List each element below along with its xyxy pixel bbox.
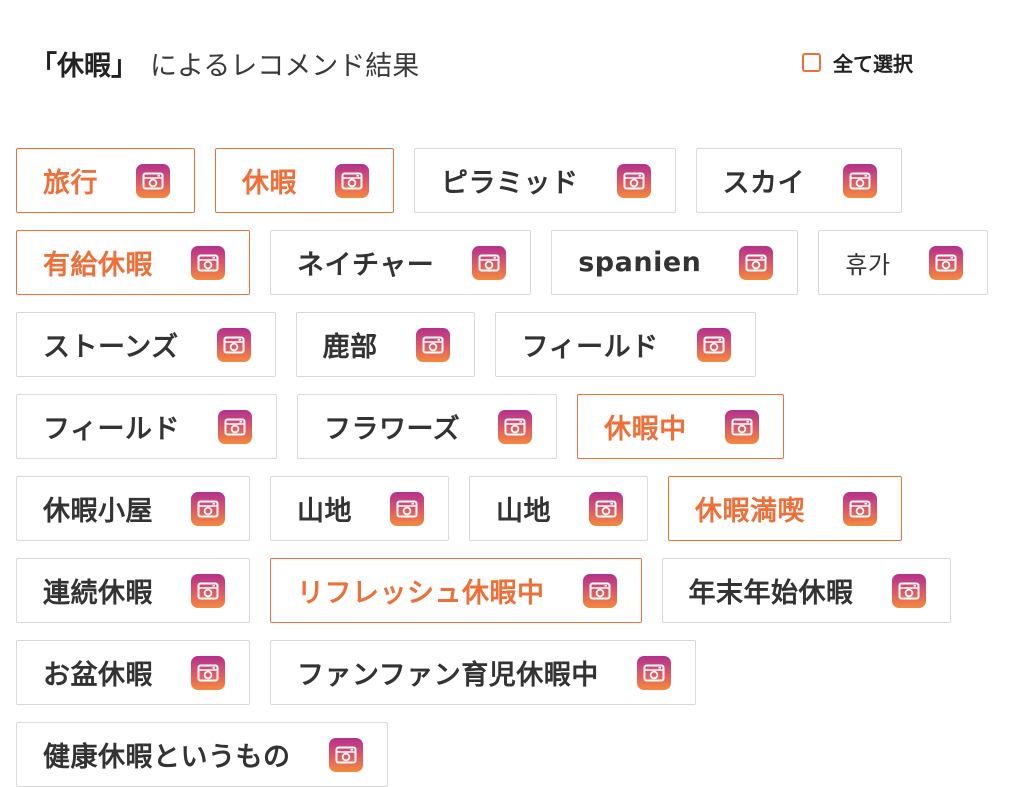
instagram-camera-icon [739,245,774,280]
tag-chip[interactable]: 휴가 [818,230,988,295]
instagram-camera-icon [616,163,651,198]
tag-label: リフレッシュ休暇中 [297,578,545,609]
tag-chip[interactable]: ファンファン育児休暇中 [270,640,696,705]
instagram-camera-icon [843,163,877,198]
tag-label: 年末年始休暇 [688,578,854,609]
instagram-camera-icon [136,163,170,198]
instagram-camera-icon [498,409,533,444]
instagram-camera-icon [472,245,507,280]
tag-label: 山地 [496,496,551,527]
tag-label: フィールド [521,332,659,363]
tag-chip[interactable]: 旅行 [16,148,195,213]
instagram-camera-icon [191,655,225,690]
instagram-camera-icon [217,409,252,444]
instagram-camera-icon [582,573,617,608]
tag-chip[interactable]: フィールド [16,394,277,459]
tag-label: ネイチャー [297,250,435,281]
instagram-camera-icon [191,245,225,280]
instagram-camera-icon [216,327,251,362]
tag-label: 健康休暇というもの [43,742,291,773]
tag-label: 連続休暇 [43,578,153,609]
tag-chip[interactable]: 有給休暇 [16,230,250,295]
tag-list: 旅行 休暇 ピラミッド スカイ 有給休暇 ネイチャー spanien 휴가 ストーンズ 鹿部 フィー… [16,148,1016,787]
results-header: 「休暇」 によるレコメンド結果 全て選択 [30,40,990,84]
page-title: 「休暇」 によるレコメンド結果 [30,44,419,83]
tag-label: ストーンズ [43,332,179,363]
instagram-camera-icon [928,245,963,280]
instagram-camera-icon [191,491,225,526]
tag-label: フラワーズ [323,414,461,445]
tag-chip[interactable]: 休暇 [215,148,394,213]
tag-chip[interactable]: ピラミッド [414,148,676,213]
tag-chip[interactable]: フィールド [494,312,756,377]
tag-label: 有給休暇 [43,250,153,281]
tag-label: フィールド [43,414,180,445]
tag-label: 休暇満喫 [695,496,805,527]
tag-chip[interactable]: 休暇小屋 [16,476,250,541]
tag-chip[interactable]: spanien [551,230,799,295]
tag-label: スカイ [722,168,805,199]
tag-label: ピラミッド [441,168,579,199]
instagram-camera-icon [335,163,369,198]
instagram-camera-icon [589,491,623,526]
tag-label: 鹿部 [322,332,378,363]
instagram-camera-icon [636,655,671,690]
tag-label: 휴가 [845,251,891,279]
tag-chip[interactable]: お盆休暇 [16,640,250,705]
tag-label: 山地 [297,496,352,527]
tag-chip[interactable]: ネイチャー [270,230,532,295]
tag-label: spanien [578,247,702,278]
tag-chip[interactable]: 連続休暇 [16,558,250,623]
instagram-camera-icon [390,491,424,526]
instagram-camera-icon [696,327,731,362]
tag-chip[interactable]: 健康休暇というもの [16,722,388,787]
tag-label: 休暇小屋 [43,496,153,527]
instagram-camera-icon [724,409,759,444]
select-all-label: 全て選択 [833,51,913,76]
tag-label: 休暇中 [604,414,687,445]
tag-chip[interactable]: 休暇中 [577,394,784,459]
tag-chip[interactable]: 山地 [469,476,648,541]
instagram-camera-icon [891,573,926,608]
tag-label: 旅行 [43,168,98,199]
tag-label: ファンファン育児休暇中 [297,660,599,691]
search-keyword: 「休暇」 [30,51,138,82]
select-all-toggle[interactable]: 全て選択 [802,47,913,77]
tag-chip[interactable]: 休暇満喫 [668,476,902,541]
instagram-camera-icon [328,737,363,772]
tag-chip[interactable]: リフレッシュ休暇中 [270,558,642,623]
tag-chip[interactable]: 年末年始休暇 [661,558,951,623]
tag-chip[interactable]: 山地 [270,476,449,541]
tag-chip[interactable]: 鹿部 [295,312,475,377]
tag-chip[interactable]: ストーンズ [16,312,276,377]
tag-chip[interactable]: スカイ [695,148,902,213]
tag-chip[interactable]: フラワーズ [296,394,558,459]
instagram-camera-icon [191,573,225,608]
checkbox-unchecked-icon[interactable] [802,52,821,72]
tag-label: 休暇 [242,168,297,199]
title-suffix: によるレコメンド結果 [150,51,420,82]
instagram-camera-icon [843,491,877,526]
tag-label: お盆休暇 [43,660,153,691]
instagram-camera-icon [415,327,450,362]
